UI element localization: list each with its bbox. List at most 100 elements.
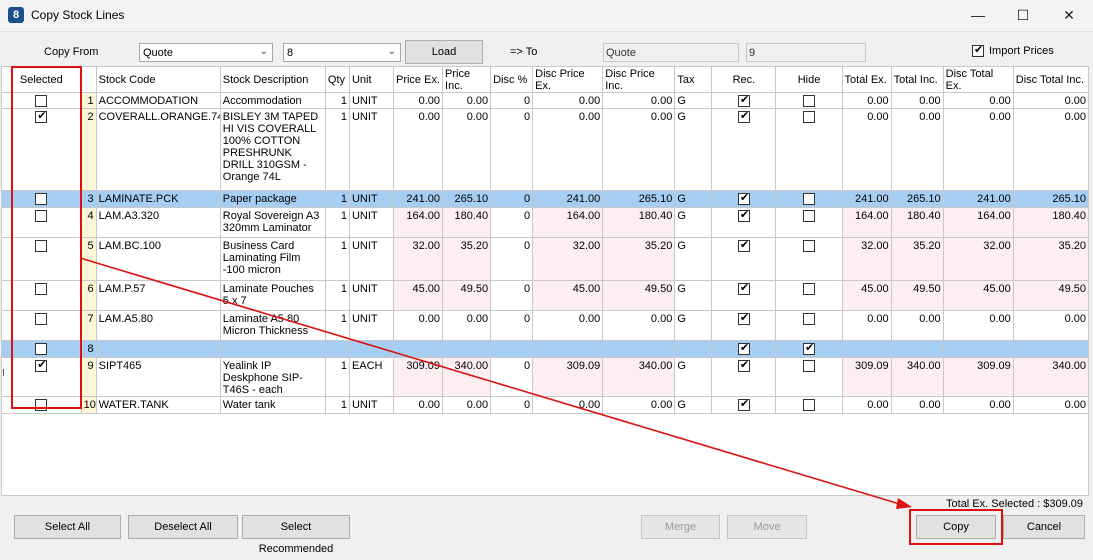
hide-checkbox[interactable]	[803, 210, 815, 222]
cell-disc-total-inc[interactable]: 0.00	[1013, 396, 1088, 414]
cell-disc-total-inc[interactable]: 340.00	[1013, 357, 1088, 397]
rec-cell[interactable]: ✔	[711, 396, 777, 414]
column-header-disc_total_inc[interactable]: Disc Total Inc.	[1013, 67, 1088, 93]
cell-code[interactable]: LAM.BC.100	[96, 237, 221, 281]
cell-disc-price-inc[interactable]: 0.00	[602, 396, 676, 414]
cell-price-ex[interactable]: 45.00	[393, 280, 444, 311]
cell-qty[interactable]: 1	[325, 190, 350, 208]
column-header-price_ex[interactable]: Price Ex.	[393, 67, 444, 93]
cell-desc[interactable]: Water tank	[220, 396, 326, 414]
table-row[interactable]: 5 LAM.BC.100 Business Card Laminating Film…	[2, 237, 1088, 281]
cell-disc[interactable]: 0	[490, 108, 534, 191]
cell-disc-price-ex[interactable]: 32.00	[532, 237, 604, 281]
cell-disc-total-ex[interactable]: 0.00	[943, 108, 1014, 191]
rec-cell[interactable]: ✔	[711, 108, 777, 191]
hide-cell[interactable]	[775, 207, 843, 238]
cell-price-inc[interactable]: 180.40	[442, 207, 492, 238]
hide-cell[interactable]	[775, 108, 843, 191]
rec-checkbox[interactable]: ✔	[737, 282, 750, 295]
cell-total-inc[interactable]: 49.50	[891, 280, 944, 311]
cell-disc-total-ex[interactable]: 309.09	[943, 357, 1014, 397]
table-row[interactable]: 4 LAM.A3.320 Royal Sovereign A3 320mm Lami…	[2, 207, 1088, 238]
cell-disc[interactable]: 0	[490, 310, 534, 341]
cell-disc-price-inc[interactable]	[602, 340, 676, 358]
row-select-checkbox[interactable]	[35, 343, 48, 355]
row-select-checkbox[interactable]	[35, 193, 48, 205]
rec-checkbox[interactable]: ✔	[737, 312, 750, 325]
column-header-disc[interactable]: Disc %	[490, 67, 534, 93]
maximize-button[interactable]: ☐	[1000, 0, 1046, 31]
cell-total-inc[interactable]: 180.40	[891, 207, 944, 238]
selected-cell[interactable]	[2, 92, 82, 109]
table-row[interactable]: 8 ✔ ✔	[2, 340, 1088, 358]
column-header-total_inc[interactable]: Total Inc.	[891, 67, 944, 93]
cell-disc[interactable]: 0	[490, 92, 534, 109]
table-row[interactable]: 1 ACCOMMODATION Accommodation 1 UNIT 0.00 0.00…	[2, 92, 1088, 109]
cell-disc-price-inc[interactable]: 340.00	[602, 357, 676, 397]
cell-disc-total-ex[interactable]: 0.00	[943, 310, 1014, 341]
cell-disc-price-inc[interactable]: 0.00	[602, 92, 676, 109]
cell-unit[interactable]: UNIT	[349, 207, 394, 238]
rec-cell[interactable]: ✔	[711, 207, 777, 238]
column-header-code[interactable]: Stock Code	[96, 67, 221, 93]
stock-lines-grid[interactable]: Selected Stock Code Stock Description Qty Un…	[1, 66, 1089, 496]
rec-cell[interactable]: ✔	[711, 237, 777, 281]
cell-price-ex[interactable]: 309.09	[393, 357, 444, 397]
cell-unit[interactable]: UNIT	[349, 92, 394, 109]
cell-code[interactable]: ACCOMMODATION	[96, 92, 221, 109]
cell-tax[interactable]: G	[674, 396, 713, 414]
cell-disc-total-inc[interactable]: 35.20	[1013, 237, 1088, 281]
cell-total-inc[interactable]: 35.20	[891, 237, 944, 281]
selected-cell[interactable]	[2, 237, 82, 281]
cell-qty[interactable]: 1	[325, 92, 350, 109]
hide-checkbox[interactable]	[803, 111, 815, 123]
cell-price-ex[interactable]: 0.00	[393, 396, 444, 414]
hide-cell[interactable]: ✔	[775, 340, 843, 358]
cell-price-inc[interactable]	[442, 340, 492, 358]
cell-total-inc[interactable]: 0.00	[891, 396, 944, 414]
cell-unit[interactable]: UNIT	[349, 108, 394, 191]
cell-disc[interactable]: 0	[490, 237, 534, 281]
cell-tax[interactable]: G	[674, 108, 713, 191]
cell-qty[interactable]: 1	[325, 280, 350, 311]
table-row[interactable]: ✔ 2 COVERALL.ORANGE.74L BISLEY 3M TAPED HI …	[2, 108, 1088, 191]
cell-qty[interactable]: 1	[325, 207, 350, 238]
selected-cell[interactable]: ✔	[2, 108, 82, 191]
cell-code[interactable]: LAMINATE.PCK	[96, 190, 221, 208]
cell-disc-total-ex[interactable]: 45.00	[943, 280, 1014, 311]
table-row[interactable]: 6 LAM.P.57 Laminate Pouches 5 x 7 1 UNIT 45.0…	[2, 280, 1088, 311]
cell-price-inc[interactable]: 35.20	[442, 237, 492, 281]
cell-qty[interactable]: 1	[325, 108, 350, 191]
cell-tax[interactable]: G	[674, 280, 713, 311]
cell-desc[interactable]: BISLEY 3M TAPED HI VIS COVERALL 100% COT…	[220, 108, 326, 191]
column-header-selected[interactable]: Selected	[2, 67, 82, 93]
close-button[interactable]: ✕	[1046, 0, 1092, 31]
cell-disc-total-ex[interactable]: 164.00	[943, 207, 1014, 238]
rec-checkbox[interactable]: ✔	[737, 359, 750, 372]
cell-disc-price-ex[interactable]: 241.00	[532, 190, 604, 208]
selected-cell[interactable]	[2, 396, 82, 414]
hide-cell[interactable]	[775, 310, 843, 341]
row-select-checkbox[interactable]	[35, 283, 48, 295]
cell-code[interactable]: COVERALL.ORANGE.74L	[96, 108, 221, 191]
row-select-checkbox[interactable]	[35, 313, 48, 325]
cell-code[interactable]: SIPT465	[96, 357, 221, 397]
cell-price-ex[interactable]: 32.00	[393, 237, 444, 281]
cell-tax[interactable]: G	[674, 207, 713, 238]
hide-cell[interactable]	[775, 280, 843, 311]
cell-code[interactable]: LAM.A3.320	[96, 207, 221, 238]
cell-total-ex[interactable]: 45.00	[842, 280, 892, 311]
cell-disc-price-inc[interactable]: 0.00	[602, 310, 676, 341]
cell-tax[interactable]: G	[674, 92, 713, 109]
cell-qty[interactable]: 1	[325, 357, 350, 397]
column-header-rownum[interactable]	[81, 67, 97, 93]
cell-desc[interactable]: Accommodation	[220, 92, 326, 109]
cell-desc[interactable]: Business Card Laminating Film -100 micro…	[220, 237, 326, 281]
column-header-tax[interactable]: Tax	[674, 67, 713, 93]
row-select-checkbox[interactable]	[35, 399, 48, 411]
table-row[interactable]: ✔ 9 SIPT465 Yealink IP Deskphone SIP-T46S -…	[2, 357, 1088, 397]
rec-checkbox[interactable]: ✔	[737, 398, 750, 411]
cell-disc-total-inc[interactable]: 0.00	[1013, 310, 1088, 341]
cell-disc-price-ex[interactable]: 309.09	[532, 357, 604, 397]
cell-total-inc[interactable]: 0.00	[891, 310, 944, 341]
